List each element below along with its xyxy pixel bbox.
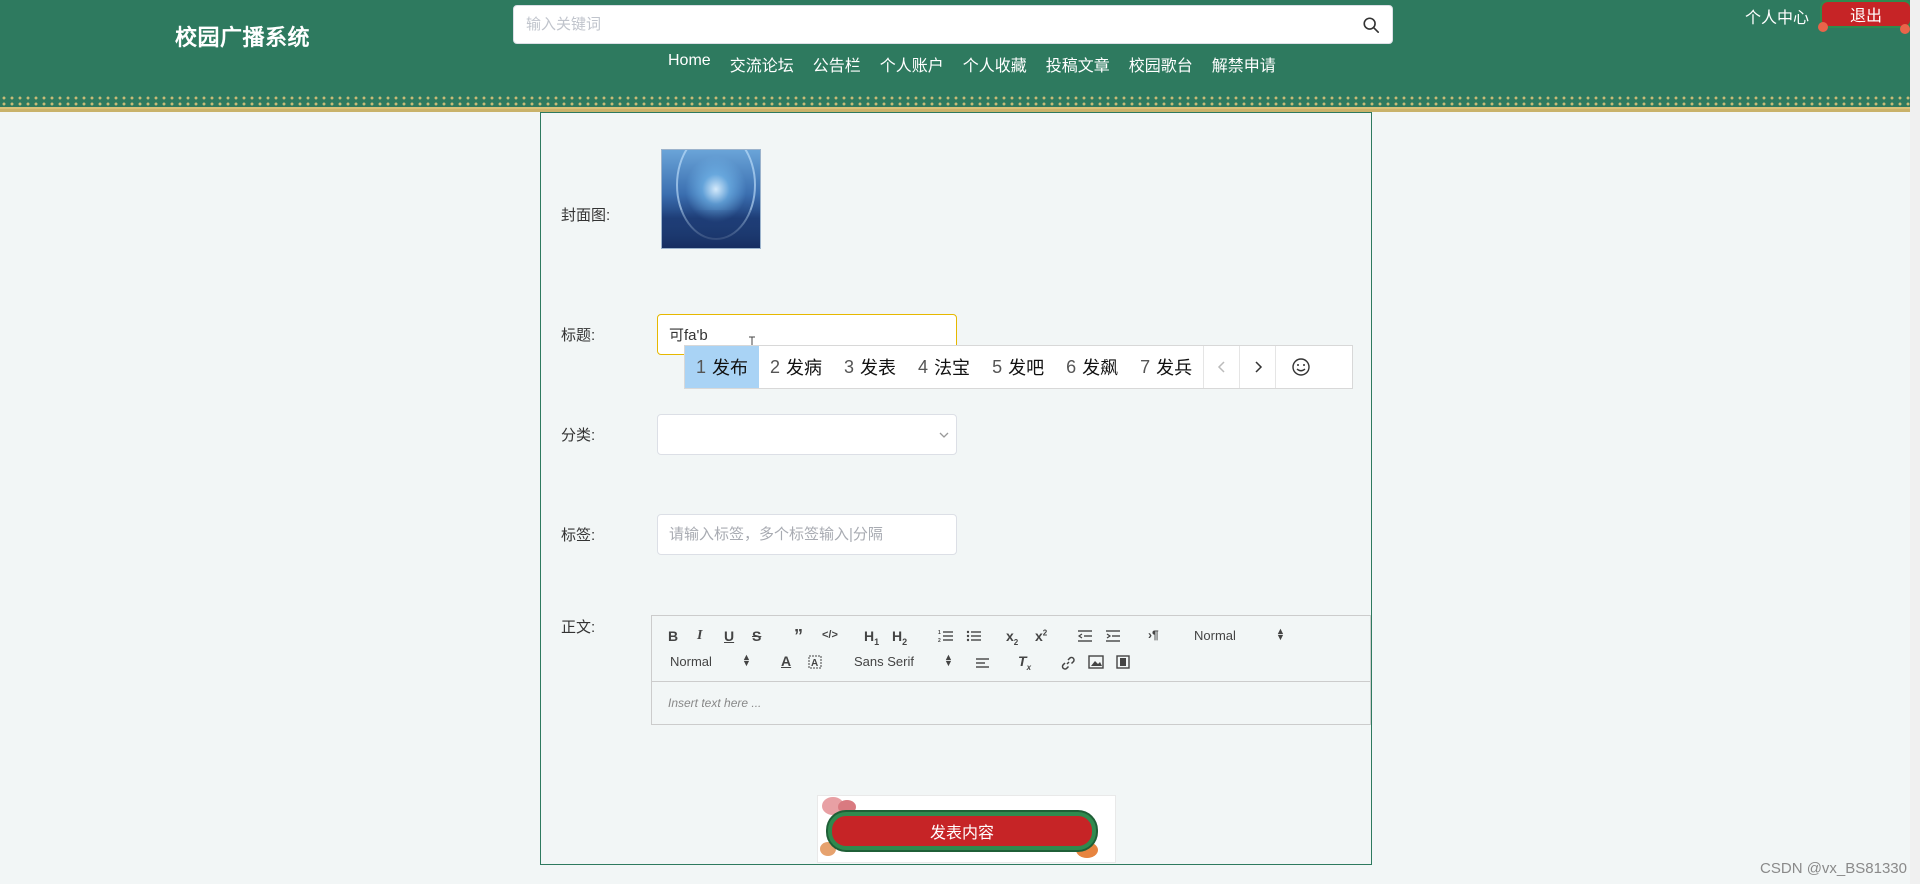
cover-label: 封面图:	[561, 207, 611, 224]
nav-home[interactable]: Home	[668, 52, 711, 76]
ime-candidate-text: 发病	[786, 358, 823, 378]
ime-candidate[interactable]: 1 发布	[685, 346, 760, 388]
nav-forum[interactable]: 交流论坛	[730, 52, 794, 76]
ime-candidate-number: 6	[1066, 356, 1077, 377]
nav-unban-request[interactable]: 解禁申请	[1212, 52, 1276, 76]
chevron-left-icon	[1217, 361, 1225, 373]
csdn-watermark: CSDN @vx_BS81330	[1760, 860, 1907, 877]
cover-image[interactable]	[661, 149, 761, 249]
superscript-icon[interactable]: x2	[1035, 628, 1047, 644]
strikethrough-icon[interactable]: S	[752, 628, 761, 644]
font-select-value: Sans Serif	[854, 654, 914, 669]
font-select[interactable]: Sans Serif ▲ ▼	[854, 652, 954, 670]
ime-next-page[interactable]	[1239, 346, 1275, 388]
tags-label: 标签:	[561, 527, 596, 544]
rich-text-editor: B I U S ” </> H1 H2 1 2 x2 x2 ›¶ Normal …	[651, 615, 1371, 725]
image-icon[interactable]	[1088, 655, 1104, 669]
size-select[interactable]: Normal ▲ ▼	[670, 652, 760, 670]
updown-arrow-icon: ▲ ▼	[944, 652, 953, 668]
title-label: 标题:	[561, 327, 596, 344]
category-select[interactable]	[657, 414, 957, 455]
flower-decoration	[1900, 24, 1910, 34]
underline-icon[interactable]: U	[724, 628, 734, 644]
nav-favorites[interactable]: 个人收藏	[963, 52, 1027, 76]
svg-text:2: 2	[938, 638, 941, 643]
video-icon[interactable]	[1116, 655, 1130, 669]
size-select-value: Normal	[670, 654, 712, 669]
ime-candidate-text: 法宝	[934, 358, 971, 378]
nav-account[interactable]: 个人账户	[880, 52, 944, 76]
brand-title[interactable]: 校园广播系统	[175, 20, 310, 52]
indent-icon[interactable]	[1105, 629, 1121, 643]
ordered-list-icon[interactable]: 1 2	[938, 629, 954, 643]
ime-candidate-number: 1	[696, 356, 707, 377]
link-icon[interactable]	[1060, 655, 1076, 671]
smiley-icon	[1291, 358, 1310, 376]
nav-song-stage[interactable]: 校园歌台	[1129, 52, 1193, 76]
ime-candidate-text: 发飙	[1082, 358, 1119, 378]
nav-submit-article[interactable]: 投稿文章	[1046, 52, 1110, 76]
editor-content-area[interactable]: Insert text here ...	[651, 682, 1371, 725]
ime-candidate[interactable]: 2 发病	[759, 346, 833, 388]
tags-input[interactable]	[657, 514, 957, 555]
updown-arrow-icon: ▲ ▼	[1276, 626, 1285, 642]
header-gold-line	[0, 107, 1910, 109]
publish-button[interactable]: 发表内容	[828, 812, 1096, 850]
ime-candidate[interactable]: 3 发表	[833, 346, 907, 388]
cover-image-city	[662, 210, 760, 248]
blockquote-icon[interactable]: ”	[794, 626, 803, 647]
ime-candidate-number: 2	[770, 356, 781, 377]
search-input[interactable]	[514, 6, 1334, 43]
main-nav: Home 交流论坛 公告栏 个人账户 个人收藏 投稿文章 校园歌台 解禁申请	[668, 52, 1295, 76]
category-label: 分类:	[561, 427, 596, 444]
updown-arrow-icon: ▲ ▼	[742, 652, 751, 668]
logout-button[interactable]: 退出	[1820, 0, 1912, 28]
header-dot-border	[0, 95, 1910, 107]
ime-emoji-button[interactable]	[1275, 346, 1325, 388]
ime-candidate-text: 发表	[860, 358, 897, 378]
ime-candidate-text: 发吧	[1008, 358, 1045, 378]
flower-decoration	[1818, 22, 1828, 32]
ime-candidate[interactable]: 7 发兵	[1129, 346, 1203, 388]
ime-candidate-number: 5	[992, 356, 1003, 377]
outdent-icon[interactable]	[1077, 629, 1093, 643]
body-label: 正文:	[561, 619, 596, 636]
ime-candidate-number: 4	[918, 356, 929, 377]
svg-text:1: 1	[938, 630, 941, 636]
header1-icon[interactable]: H1	[864, 628, 879, 647]
ime-candidate[interactable]: 5 发吧	[981, 346, 1055, 388]
page-scrollbar[interactable]	[1910, 0, 1920, 884]
ime-prev-page[interactable]	[1203, 346, 1239, 388]
header-select[interactable]: Normal ▲ ▼	[1194, 626, 1285, 644]
bold-icon[interactable]: B	[668, 628, 678, 644]
background-color-icon[interactable]: A	[808, 655, 822, 669]
top-header: 校园广播系统 Home 交流论坛 公告栏 个人账户 个人收藏 投稿文章 校园歌台…	[0, 0, 1912, 112]
nav-notice-board[interactable]: 公告栏	[813, 52, 861, 76]
ime-candidate-text: 发布	[712, 358, 749, 378]
bullet-list-icon[interactable]	[966, 629, 982, 643]
search-icon[interactable]	[1362, 16, 1380, 34]
svg-text:A: A	[811, 658, 818, 669]
chevron-right-icon	[1255, 361, 1262, 373]
subscript-icon[interactable]: x2	[1006, 628, 1018, 647]
italic-icon[interactable]: I	[697, 628, 702, 644]
ime-candidate[interactable]: 6 发飙	[1055, 346, 1129, 388]
editor-toolbar: B I U S ” </> H1 H2 1 2 x2 x2 ›¶ Normal …	[651, 615, 1371, 682]
editor-placeholder: Insert text here ...	[668, 696, 762, 710]
ime-candidate-bar: 1 发布 2 发病 3 发表 4 法宝 5 发吧 6 发飙 7 发兵	[684, 345, 1353, 389]
header-select-value: Normal	[1194, 628, 1236, 643]
ime-candidate-text: 发兵	[1156, 358, 1193, 378]
ime-candidate-number: 7	[1140, 356, 1151, 377]
chevron-down-icon	[939, 432, 949, 438]
text-direction-icon[interactable]: ›¶	[1148, 628, 1159, 642]
user-center-link[interactable]: 个人中心	[1745, 4, 1809, 28]
clear-format-icon[interactable]: Tx	[1018, 653, 1031, 672]
ime-candidate-number: 3	[844, 356, 855, 377]
search-box	[513, 5, 1393, 44]
text-color-icon[interactable]: A	[781, 653, 791, 669]
ime-candidate[interactable]: 4 法宝	[907, 346, 981, 388]
header2-icon[interactable]: H2	[892, 628, 907, 647]
code-block-icon[interactable]: </>	[822, 629, 838, 641]
align-icon[interactable]	[975, 656, 991, 670]
